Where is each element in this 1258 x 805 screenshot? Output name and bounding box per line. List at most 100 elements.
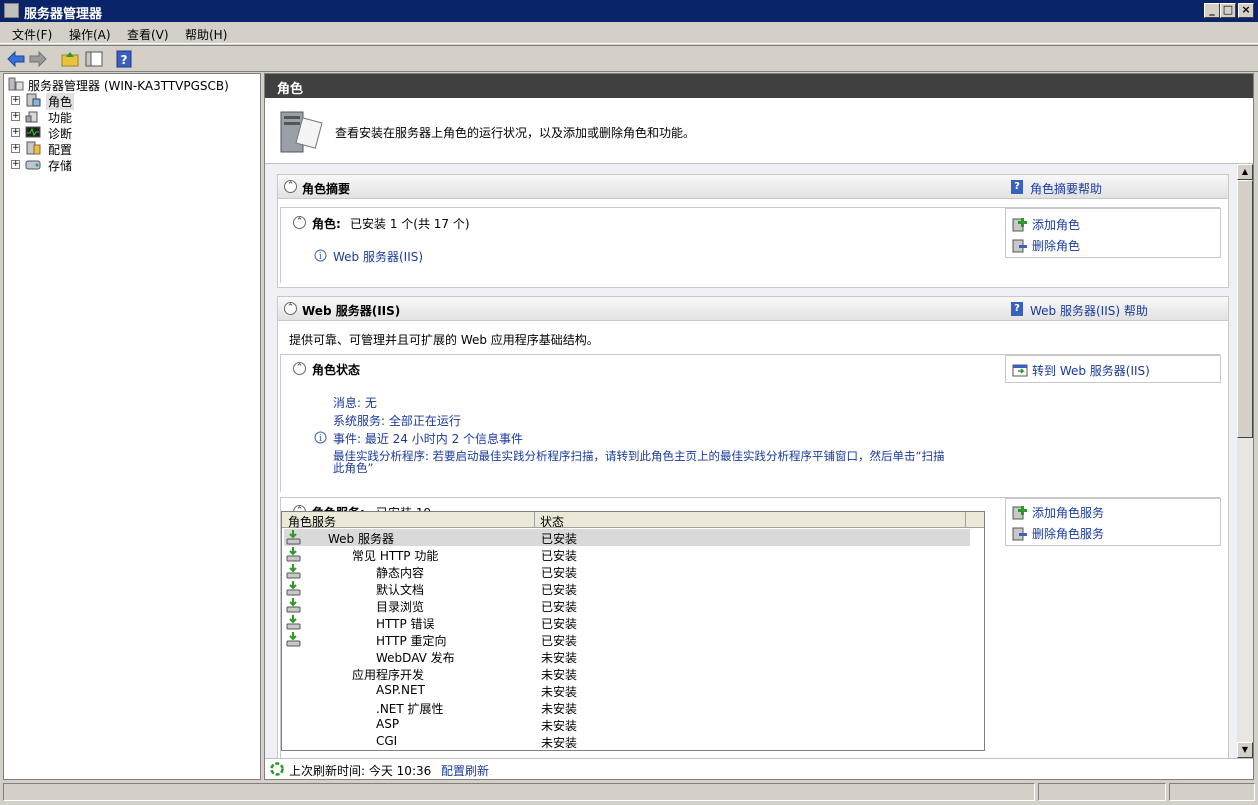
svg-text:i: i: [319, 252, 322, 262]
bpa-status-line1[interactable]: 最佳实践分析程序: 若要启动最佳实践分析程序扫描，请转到此角色主页上的最佳实践分…: [333, 448, 944, 464]
table-row[interactable]: .NET 扩展性 未安装: [284, 699, 970, 716]
scroll-thumb[interactable]: [1237, 180, 1253, 438]
remove-role-services-link[interactable]: 删除角色服务: [1032, 525, 1104, 542]
go-to-icon: [1012, 364, 1028, 377]
roles-count: 已安装 1 个(共 17 个): [350, 217, 470, 231]
role-status-actions: 转到 Web 服务器(IIS): [1005, 355, 1221, 383]
section-title: Web 服务器(IIS): [302, 304, 401, 318]
role-service-name: ASP: [376, 717, 400, 731]
messages-status[interactable]: 消息: 无: [333, 394, 377, 411]
column-header-role-service[interactable]: 角色服务: [288, 513, 336, 530]
intro-banner: 查看安装在服务器上角色的运行状况，以及添加或删除角色和功能。: [265, 98, 1253, 164]
refresh-icon[interactable]: [269, 761, 285, 777]
status-pane: [1169, 783, 1255, 801]
help-icon[interactable]: ?: [114, 49, 134, 69]
roles-summary-help-link[interactable]: 角色摘要帮助: [1030, 180, 1102, 197]
role-service-status: 已安装: [541, 549, 578, 563]
remove-roles-link[interactable]: 删除角色: [1032, 237, 1080, 254]
collapse-icon[interactable]: ⌃: [284, 302, 297, 315]
role-services-table[interactable]: 角色服务 状态 Web 服务器 已安装 常见 HTTP 功能 已安装 静态内容 已安装 默认…: [281, 511, 985, 751]
collapse-icon[interactable]: ⌃: [284, 180, 297, 193]
add-roles-link[interactable]: 添加角色: [1032, 216, 1080, 233]
show-hide-console-tree-icon[interactable]: [84, 49, 104, 69]
expand-icon[interactable]: +: [11, 112, 20, 121]
tree-item-label: 存储: [48, 159, 73, 173]
remove-role-service-icon: [1012, 527, 1027, 541]
table-row[interactable]: 静态内容 已安装: [284, 563, 970, 580]
table-row[interactable]: HTTP 错误 已安装: [284, 614, 970, 631]
table-row[interactable]: HTTP 重定向 已安装: [284, 631, 970, 648]
expand-icon[interactable]: +: [11, 144, 20, 153]
table-row[interactable]: ASP 未安装: [284, 716, 970, 733]
close-button[interactable]: ×: [1238, 3, 1254, 18]
back-arrow-icon[interactable]: [6, 49, 26, 69]
add-role-services-link[interactable]: 添加角色服务: [1032, 504, 1104, 521]
events-status[interactable]: 事件: 最近 24 小时内 2 个信息事件: [333, 430, 523, 447]
scroll-down-arrow-icon[interactable]: ▼: [1237, 742, 1253, 758]
role-service-name: Web 服务器: [328, 532, 394, 546]
expand-icon[interactable]: +: [11, 96, 20, 105]
maximize-button[interactable]: □: [1220, 3, 1236, 18]
vertical-scrollbar[interactable]: ▲ ▼: [1237, 164, 1253, 758]
roles-label: 角色:: [312, 217, 341, 231]
content-area: ⌃ 角色摘要 ? 角色摘要帮助 ⌃ 角色: 已安装 1 个(共 17 个) i …: [265, 164, 1237, 758]
toolbar: ?: [0, 45, 1258, 72]
table-row[interactable]: WebDAV 发布 未安装: [284, 648, 970, 665]
collapse-icon[interactable]: ⌃: [293, 362, 306, 375]
menu-view[interactable]: 查看(V): [127, 26, 169, 43]
table-row[interactable]: ASP.NET 未安装: [284, 682, 970, 699]
window-title: 服务器管理器: [24, 7, 103, 22]
console-tree: 服务器管理器 (WIN-KA3TTVPGSCB) + 角色 + 功能 + 诊断 …: [3, 73, 261, 780]
installed-icon: [286, 547, 301, 562]
web-server-role-link[interactable]: Web 服务器(IIS): [333, 248, 423, 265]
role-service-status: 未安装: [541, 668, 578, 682]
minimize-button[interactable]: _: [1204, 3, 1220, 18]
up-folder-icon[interactable]: [60, 49, 80, 69]
installed-icon: [286, 615, 301, 630]
role-service-status: 已安装: [541, 634, 578, 648]
role-service-name: HTTP 错误: [376, 617, 435, 631]
table-row[interactable]: 常见 HTTP 功能 已安装: [284, 546, 970, 563]
section-header: ⌃ Web 服务器(IIS) ? Web 服务器(IIS) 帮助: [278, 297, 1228, 321]
go-to-web-server-link[interactable]: 转到 Web 服务器(IIS): [1032, 362, 1150, 379]
remove-role-icon: [1012, 239, 1027, 253]
expand-icon[interactable]: +: [11, 160, 20, 169]
last-refresh-time: 上次刷新时间: 今天 10:36: [289, 764, 432, 778]
table-row[interactable]: 应用程序开发 未安装: [284, 665, 970, 682]
menu-bar: 文件(F) 操作(A) 查看(V) 帮助(H): [0, 22, 1258, 44]
status-pane: [1038, 783, 1166, 801]
table-row[interactable]: Web 服务器 已安装: [284, 529, 970, 546]
tree-root-label: 服务器管理器 (WIN-KA3TTVPGSCB): [28, 79, 229, 93]
menu-file[interactable]: 文件(F): [12, 26, 52, 43]
column-header-status[interactable]: 状态: [540, 513, 564, 530]
collapse-icon[interactable]: ⌃: [293, 216, 306, 229]
title-bar: 服务器管理器 _ □ ×: [0, 0, 1258, 22]
web-server-help-link[interactable]: Web 服务器(IIS) 帮助: [1030, 302, 1148, 319]
menu-action[interactable]: 操作(A): [69, 26, 111, 43]
tree-item-label: 配置: [48, 143, 73, 157]
role-service-name: 静态内容: [376, 566, 425, 580]
refresh-footer: 上次刷新时间: 今天 10:36 配置刷新: [265, 758, 1253, 779]
svg-text:?: ?: [121, 53, 128, 67]
role-service-status: 未安装: [541, 719, 578, 733]
forward-arrow-icon[interactable]: [28, 49, 48, 69]
menu-help[interactable]: 帮助(H): [185, 26, 227, 43]
role-status-subsection: ⌃ 角色状态 消息: 无 系统服务: 全部正在运行 i 事件: 最近 24 小时…: [280, 354, 1221, 492]
installed-icon: [286, 598, 301, 613]
bpa-status-line2[interactable]: 此角色”: [333, 460, 373, 476]
add-role-service-icon: [1012, 506, 1027, 520]
scroll-up-arrow-icon[interactable]: ▲: [1237, 164, 1253, 180]
installed-icon: [286, 530, 301, 545]
configure-refresh-link[interactable]: 配置刷新: [441, 762, 489, 779]
tree-item-label: 功能: [48, 111, 73, 125]
table-row[interactable]: 目录浏览 已安装: [284, 597, 970, 614]
add-role-icon: [1012, 218, 1027, 232]
role-service-name: 默认文档: [376, 583, 425, 597]
table-row[interactable]: 默认文档 已安装: [284, 580, 970, 597]
table-row[interactable]: CGI 未安装: [284, 733, 970, 750]
role-service-status: 未安装: [541, 702, 578, 716]
expand-icon[interactable]: +: [11, 128, 20, 137]
system-services-status[interactable]: 系统服务: 全部正在运行: [333, 412, 461, 429]
server-manager-app-icon: [4, 3, 19, 18]
web-server-description: 提供可靠、可管理并且可扩展的 Web 应用程序基础结构。: [289, 333, 599, 347]
